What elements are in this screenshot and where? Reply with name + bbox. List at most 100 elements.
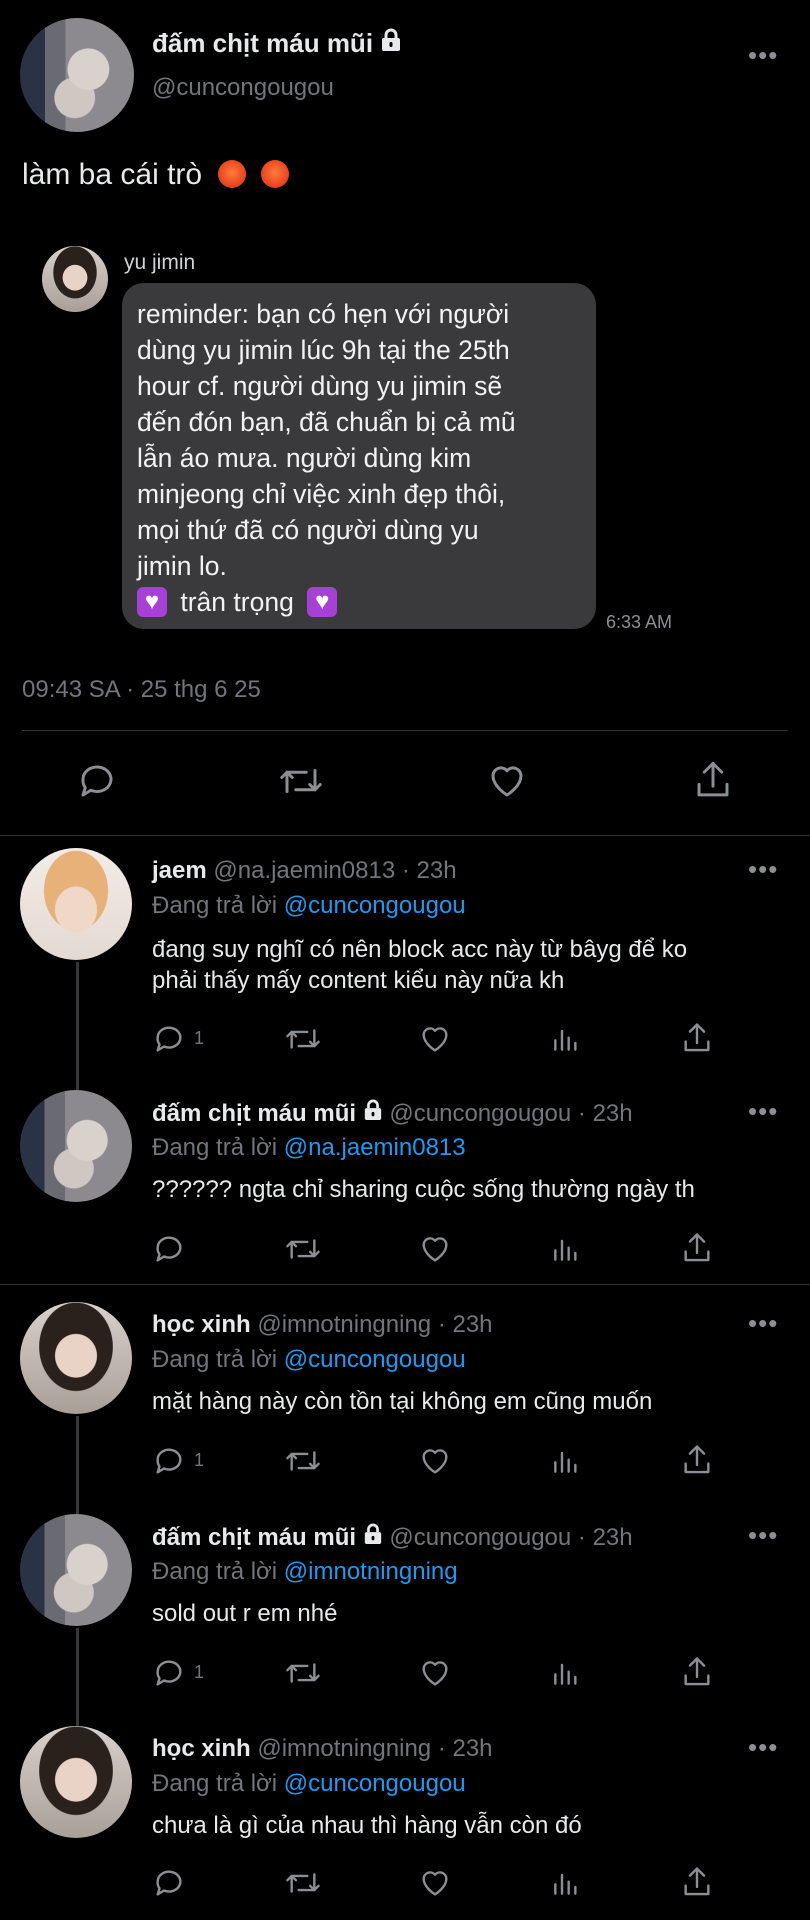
reply-icon[interactable]	[76, 760, 118, 802]
more-options-icon[interactable]: •••	[748, 42, 778, 68]
message-body: reminder: bạn có hẹn với người dùng yu j…	[137, 296, 587, 620]
retweet-icon[interactable]	[284, 1866, 322, 1900]
divider	[0, 1284, 810, 1285]
analytics-icon[interactable]	[550, 1866, 582, 1900]
reply-count: 1	[194, 1450, 205, 1470]
reply-display-name[interactable]: học xinh	[152, 1735, 251, 1762]
replying-to-handle[interactable]: @cuncongougou	[284, 1770, 466, 1797]
message-time: 6:33 AM	[606, 612, 673, 632]
reply-icon[interactable]	[152, 1656, 186, 1690]
replying-to-handle[interactable]: @na.jaemin0813	[284, 1134, 466, 1161]
replying-to-row: Đang trả lời @imnotningning	[152, 1558, 458, 1586]
author-avatar[interactable]	[20, 18, 134, 132]
message-line: hour cf. người dùng yu jimin sẽ	[137, 371, 503, 401]
analytics-icon[interactable]	[550, 1656, 582, 1690]
reply-icon[interactable]	[152, 1022, 186, 1056]
like-icon[interactable]	[418, 1656, 452, 1690]
reply-header: jaem @na.jaemin0813 · 23h	[152, 857, 457, 885]
share-icon[interactable]	[680, 1020, 714, 1056]
reply-age: · 23h	[437, 1735, 493, 1762]
message-sender-name: yu jimin	[124, 251, 196, 274]
message-line: đến đón bạn, đã chuẩn bị cả mũ	[137, 407, 516, 437]
share-icon[interactable]	[680, 1654, 714, 1690]
more-options-icon[interactable]: •••	[748, 1522, 778, 1548]
replying-to-label: Đang trả lời	[152, 1558, 278, 1585]
share-icon[interactable]	[692, 758, 734, 802]
replying-to-row: Đang trả lời @cuncongougou	[152, 1770, 466, 1798]
reply-text-line: sold out r em nhé	[152, 1600, 338, 1627]
more-options-icon[interactable]: •••	[748, 1310, 778, 1336]
divider	[0, 835, 810, 836]
reply-avatar[interactable]	[20, 1726, 132, 1838]
like-icon[interactable]	[418, 1444, 452, 1478]
message-sender-avatar	[42, 246, 108, 312]
like-icon[interactable]	[418, 1232, 452, 1266]
reply-avatar[interactable]	[20, 1090, 132, 1202]
analytics-icon[interactable]	[550, 1022, 582, 1056]
tweet-text-row: làm ba cái trò	[22, 158, 289, 192]
reply-icon[interactable]	[152, 1866, 186, 1900]
reply-handle[interactable]: @cuncongougou	[389, 1524, 571, 1551]
reply-handle[interactable]: @imnotningning	[257, 1311, 431, 1338]
more-options-icon[interactable]: •••	[748, 856, 778, 882]
reply-icon[interactable]	[152, 1232, 186, 1266]
replying-to-handle[interactable]: @imnotningning	[284, 1558, 458, 1585]
tweet-timestamp[interactable]: 09:43 SA · 25 thg 6 25	[22, 676, 261, 704]
main-action-bar	[0, 754, 810, 810]
message-line: minjeong chỉ việc xinh đẹp thôi,	[137, 479, 506, 509]
reply-handle[interactable]: @cuncongougou	[389, 1100, 571, 1127]
author-display-name-row[interactable]: đấm chịt máu mũi	[152, 28, 402, 59]
reply-header: học xinh @imnotningning · 23h	[152, 1735, 493, 1763]
angry-face-emoji-icon	[218, 160, 247, 188]
reply-count: 1	[194, 1662, 205, 1682]
reply-text-line: mặt hàng này còn tồn tại không em cũng m…	[152, 1388, 653, 1415]
share-icon[interactable]	[680, 1864, 714, 1900]
reply-header: đấm chịt máu mũi @cuncongougou · 23h	[152, 1099, 633, 1128]
retweet-icon[interactable]	[278, 760, 324, 802]
reply-text: chưa là gì của nhau thì hàng vẫn còn đó	[152, 1810, 792, 1841]
replying-to-handle[interactable]: @cuncongougou	[284, 892, 466, 919]
replying-to-handle[interactable]: @cuncongougou	[284, 1346, 466, 1373]
analytics-icon[interactable]	[550, 1232, 582, 1266]
retweet-icon[interactable]	[284, 1232, 322, 1266]
share-icon[interactable]	[680, 1442, 714, 1478]
retweet-icon[interactable]	[284, 1656, 322, 1690]
reply-text-line: ?????? ngta chỉ sharing cuộc sống thường…	[152, 1176, 695, 1203]
reply-action-bar: 1	[0, 1440, 810, 1480]
replying-to-row: Đang trả lời @cuncongougou	[152, 1346, 466, 1374]
analytics-icon[interactable]	[550, 1444, 582, 1478]
reply-avatar[interactable]	[20, 1514, 132, 1626]
message-signoff-row: trân trọng	[137, 584, 587, 620]
reply-text: đang suy nghĩ có nên block acc này từ bâ…	[152, 934, 792, 996]
reply-avatar[interactable]	[20, 1302, 132, 1414]
reply-header: đấm chịt máu mũi @cuncongougou · 23h	[152, 1523, 633, 1552]
reply-handle[interactable]: @imnotningning	[257, 1735, 431, 1762]
reply-age: · 23h	[577, 1100, 633, 1127]
replying-to-label: Đang trả lời	[152, 892, 278, 919]
replying-to-label: Đang trả lời	[152, 1134, 278, 1161]
replying-to-label: Đang trả lời	[152, 1346, 278, 1373]
reply-age: · 23h	[577, 1524, 633, 1551]
more-options-icon[interactable]: •••	[748, 1098, 778, 1124]
reply-action-bar	[0, 1228, 810, 1268]
like-icon[interactable]	[418, 1866, 452, 1900]
reply-display-name[interactable]: học xinh	[152, 1311, 251, 1338]
reply-display-name[interactable]: jaem	[152, 857, 207, 884]
reply-avatar[interactable]	[20, 848, 132, 960]
retweet-icon[interactable]	[284, 1022, 322, 1056]
reply-icon[interactable]	[152, 1444, 186, 1478]
retweet-icon[interactable]	[284, 1444, 322, 1478]
reply-text-line: phải thấy mấy content kiểu này nữa kh	[152, 967, 565, 994]
reply-text-line: chưa là gì của nhau thì hàng vẫn còn đó	[152, 1812, 582, 1839]
more-options-icon[interactable]: •••	[748, 1734, 778, 1760]
author-handle[interactable]: @cuncongougou	[152, 74, 334, 102]
share-icon[interactable]	[680, 1230, 714, 1266]
reply-header: học xinh @imnotningning · 23h	[152, 1311, 493, 1339]
message-line: dùng yu jimin lúc 9h tại the 25th	[137, 335, 510, 365]
reply-display-name[interactable]: đấm chịt máu mũi	[152, 1524, 356, 1551]
reply-handle[interactable]: @na.jaemin0813	[213, 857, 395, 884]
reply-display-name[interactable]: đấm chịt máu mũi	[152, 1100, 356, 1127]
like-icon[interactable]	[486, 760, 528, 802]
message-signoff: trân trọng	[180, 587, 294, 617]
like-icon[interactable]	[418, 1022, 452, 1056]
